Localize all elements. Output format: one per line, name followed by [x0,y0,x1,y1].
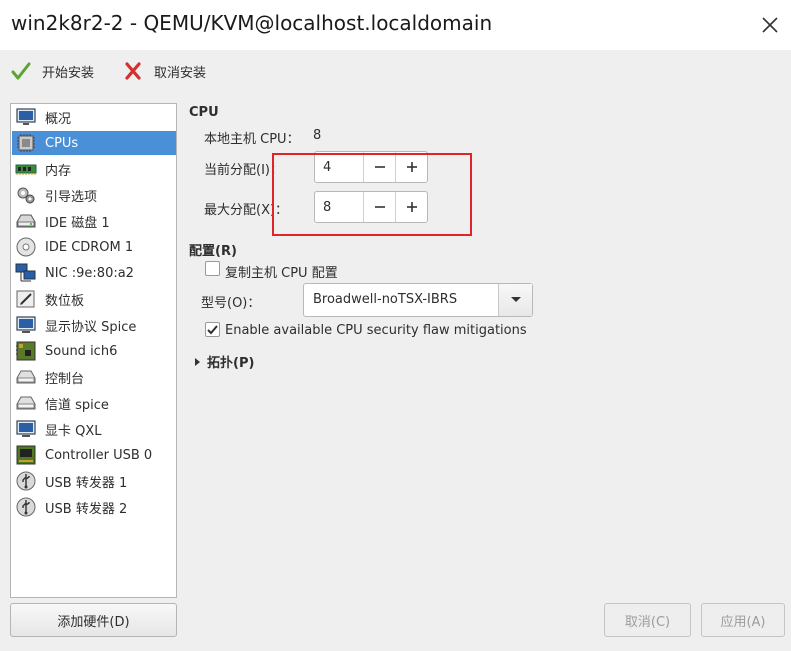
title-bar: win2k8r2-2 - QEMU/KVM@localhost.localdom… [0,0,791,50]
mitigations-checkbox[interactable] [205,322,220,337]
sidebar-item-nic[interactable]: NIC :9e:80:a2 [12,261,176,285]
sound-icon [16,341,36,361]
checkmark-icon [207,325,218,335]
copy-host-cpu-label: 复制主机 CPU 配置 [225,266,338,281]
cancel-button[interactable]: 取消(C) [604,603,691,637]
channel-icon [16,396,36,410]
config-section-title: 配置(R) [189,244,237,259]
sidebar-item-channel[interactable]: 信道 spice [12,391,176,415]
sidebar-item-label: 控制台 [45,371,85,387]
boot-options-icon [17,187,35,204]
sidebar-item-label: 信道 spice [45,397,109,413]
sidebar-item-label: 数位板 [45,293,85,309]
sidebar-item-label: 显示协议 Spice [45,319,137,335]
cancel-install-label: 取消安装 [154,65,207,81]
sidebar-item-sound[interactable]: Sound ich6 [12,339,176,363]
sidebar-item-label: 显卡 QXL [45,423,102,439]
toolbar: 开始安装 取消安装 [0,50,791,92]
overview-icon [16,108,36,125]
network-icon [15,263,36,282]
sidebar-item-usb-redir-2[interactable]: USB 转发器 2 [12,495,176,519]
chevron-down-icon [510,297,521,302]
tablet-icon [16,290,35,308]
topology-label: 拓扑(P) [207,356,255,371]
cpu-chip-icon [17,134,35,152]
usb-icon [16,497,36,517]
sidebar-item-label: IDE 磁盘 1 [45,215,110,231]
disk-icon [16,214,36,228]
sidebar-item-label: 引导选项 [45,189,98,205]
sidebar-item-label: CPUs [45,135,79,151]
cpu-model-value: Broadwell-noTSX-IBRS [313,292,458,307]
sidebar-item-label: Controller USB 0 [45,447,153,463]
begin-install-button[interactable]: 开始安装 [10,60,94,82]
sidebar-item-video[interactable]: 显卡 QXL [12,417,176,441]
sidebar-item-tablet[interactable]: 数位板 [12,287,176,311]
sidebar-item-label: 内存 [45,163,72,179]
sidebar-item-display[interactable]: 显示协议 Spice [12,313,176,337]
cancel-x-icon [125,62,141,80]
sidebar-item-overview[interactable]: 概况 [12,105,176,129]
cpu-model-select[interactable]: Broadwell-noTSX-IBRS [303,283,533,317]
sidebar-item-console[interactable]: 控制台 [12,365,176,389]
checkmark-icon [11,62,31,80]
sidebar-item-label: Sound ich6 [45,343,118,359]
model-label: 型号(O)： [201,296,261,311]
sidebar-item-label: USB 转发器 2 [45,501,128,517]
cdrom-icon [16,237,36,257]
sidebar-item-ide-cdrom[interactable]: IDE CDROM 1 [12,235,176,259]
cpu-section-title: CPU [189,105,219,120]
close-button[interactable] [755,10,785,40]
topology-expander[interactable]: 拓扑(P) [194,352,254,371]
close-icon [762,17,778,33]
mitigations-label: Enable available CPU security flaw mitig… [225,323,527,338]
host-cpu-label: 本地主机 CPU： [204,132,300,147]
video-icon [16,420,36,437]
sidebar-item-label: 概况 [45,111,72,127]
begin-install-label: 开始安装 [42,65,95,81]
console-icon [16,370,36,384]
expander-arrow-icon [195,357,200,366]
add-hardware-button[interactable]: 添加硬件(D) [10,603,177,637]
copy-host-cpu-checkbox[interactable] [205,261,220,276]
apply-button[interactable]: 应用(A) [701,603,785,637]
hardware-list: 概况 CPUs 内存 引导选项 IDE 磁盘 1 IDE CDROM 1 NIC… [10,103,177,598]
usb-icon [16,471,36,491]
sidebar-item-ide-disk[interactable]: IDE 磁盘 1 [12,209,176,233]
sidebar-item-label: USB 转发器 1 [45,475,128,491]
sidebar-item-cpus[interactable]: CPUs [12,131,176,155]
memory-icon [15,164,37,175]
cancel-install-button[interactable]: 取消安装 [122,60,206,82]
display-icon [16,316,36,333]
sidebar-item-controller-usb[interactable]: Controller USB 0 [12,443,176,467]
window-title: win2k8r2-2 - QEMU/KVM@localhost.localdom… [11,11,493,35]
sidebar-item-label: IDE CDROM 1 [45,239,134,255]
controller-icon [16,445,36,465]
sidebar-item-boot-options[interactable]: 引导选项 [12,183,176,207]
host-cpu-value: 8 [313,128,322,143]
dropdown-arrow [498,284,532,316]
sidebar-item-label: NIC :9e:80:a2 [45,265,134,281]
sidebar-item-usb-redir-1[interactable]: USB 转发器 1 [12,469,176,493]
sidebar-item-memory[interactable]: 内存 [12,157,176,181]
annotation-highlight-box [272,153,472,236]
